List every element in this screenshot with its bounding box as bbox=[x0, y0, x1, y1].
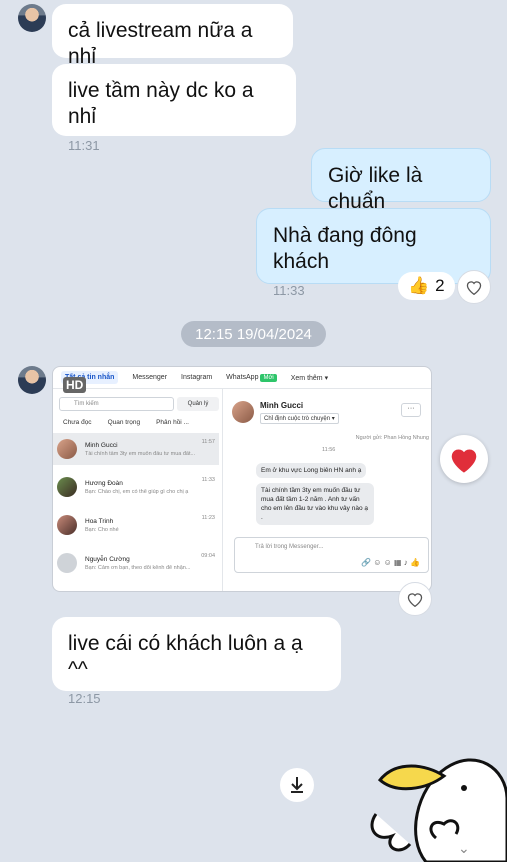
avatar bbox=[57, 439, 77, 459]
conversation-item: Minh Gucci Tài chính tầm 3ty em muốn đầu … bbox=[53, 433, 219, 465]
chat-pane: Minh Gucci Chỉ định cuộc trò chuyện ▾ ··… bbox=[224, 389, 431, 591]
tab-whatsapp: WhatsApp Mới bbox=[226, 374, 277, 382]
tab-instagram: Instagram bbox=[181, 374, 213, 381]
message-bubble[interactable]: cả livestream nữa a nhỉ bbox=[52, 4, 293, 68]
manage-button: Quản lý bbox=[177, 397, 219, 411]
image-attachment[interactable]: Tất cả tin nhắn Messenger Instagram What… bbox=[52, 366, 432, 592]
filter-important: Quan trọng bbox=[107, 419, 141, 426]
chat-time: 11:56 bbox=[322, 447, 336, 453]
screenshot-tabs: Tất cả tin nhắn Messenger Instagram What… bbox=[53, 367, 431, 389]
chat-message: Em ở khu vực Long biên HN anh ạ bbox=[256, 463, 367, 478]
thumbs-up-icon: 👍 bbox=[408, 276, 430, 295]
conversation-item: Hương Đoàn Bạn: Chào chị, em có thể giúp … bbox=[53, 471, 219, 503]
sent-by: Người gửi: Phan Hồng Nhung bbox=[355, 435, 429, 441]
my-message-bubble[interactable]: Giờ like là chuẩn bbox=[311, 148, 491, 213]
avatar bbox=[57, 477, 77, 497]
heart-reaction-icon[interactable] bbox=[440, 435, 488, 483]
date-separator: 12:15 19/04/2024 bbox=[181, 321, 326, 347]
avatar bbox=[57, 553, 77, 573]
heart-react-icon[interactable] bbox=[457, 270, 491, 304]
avatar bbox=[232, 401, 254, 423]
conversation-item: Hoa Trinh Bạn: Cho nhé 11:23 bbox=[53, 509, 219, 541]
message-text: cả livestream nữa a nhỉ bbox=[68, 19, 253, 68]
conversation-item: Nguyễn Cường Bạn: Cảm ơn bạn, theo dõi kê… bbox=[53, 547, 219, 579]
message-time: 11:31 bbox=[68, 138, 100, 153]
scroll-down-icon[interactable]: ⌄ bbox=[458, 840, 470, 857]
search-field: Tìm kiếm bbox=[59, 397, 174, 411]
download-icon[interactable] bbox=[280, 768, 314, 802]
assign-dropdown: Chỉ định cuộc trò chuyện ▾ bbox=[260, 413, 339, 424]
filter-row: Chưa đọc Quan trọng Phân hồi ... bbox=[59, 417, 193, 428]
message-time: 12:15 bbox=[68, 691, 101, 706]
reaction-count: 2 bbox=[435, 276, 445, 295]
conversation-list: Tìm kiếm Quản lý Chưa đọc Quan trọng Phâ… bbox=[53, 389, 223, 591]
reply-composer: Trả lời trong Messenger... 🔗 ☺ ☺ ▦ ♪ 👍 bbox=[234, 537, 429, 573]
tab-messenger: Messenger bbox=[132, 374, 168, 381]
avatar bbox=[57, 515, 77, 535]
message-text: Giờ like là chuẩn bbox=[328, 164, 423, 213]
message-text: live cái có khách luôn a ạ ^^ bbox=[68, 632, 303, 681]
message-bubble[interactable]: live tầm này dc ko a nhỉ 11:31 bbox=[52, 64, 296, 153]
reaction-badge[interactable]: 👍 2 bbox=[398, 272, 455, 300]
filter-unread: Chưa đọc bbox=[63, 419, 92, 426]
message-text: Nhà đang đông khách bbox=[273, 224, 417, 273]
message-bubble[interactable]: live cái có khách luôn a ạ ^^ 12:15 bbox=[52, 617, 341, 706]
sender-avatar[interactable] bbox=[18, 366, 46, 394]
my-message-bubble[interactable]: Nhà đang đông khách 11:33 bbox=[256, 208, 491, 298]
duck-sticker[interactable] bbox=[366, 738, 507, 862]
tab-more: Xem thêm ▾ bbox=[290, 374, 329, 382]
message-text: live tầm này dc ko a nhỉ bbox=[68, 79, 254, 128]
filter-reply: Phân hồi ... bbox=[156, 419, 189, 426]
heart-react-icon[interactable] bbox=[398, 582, 432, 616]
sender-avatar[interactable] bbox=[18, 4, 46, 32]
more-options-icon: ··· bbox=[401, 403, 421, 417]
chat-name: Minh Gucci bbox=[260, 401, 304, 410]
chat-message: Tài chính tầm 3ty em muốn đầu tư mua đất… bbox=[256, 483, 374, 525]
new-badge: Mới bbox=[260, 374, 277, 382]
